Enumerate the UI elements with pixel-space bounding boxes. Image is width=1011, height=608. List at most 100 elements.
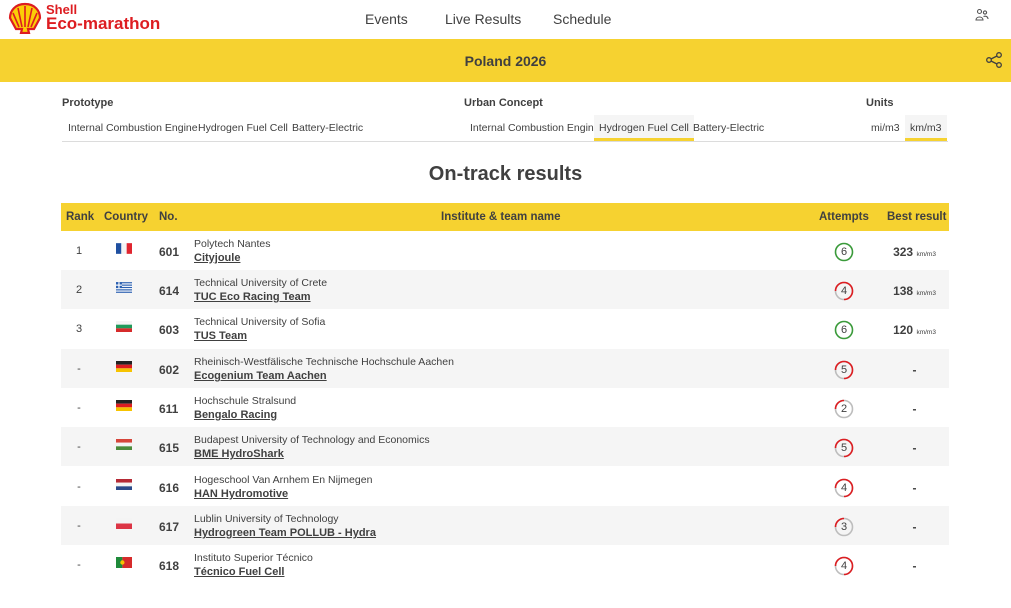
- brand-wordmark[interactable]: Shell Eco-marathon: [46, 3, 160, 33]
- car-number: 611: [159, 402, 179, 416]
- team-name-link[interactable]: Ecogenium Team Aachen: [194, 370, 327, 382]
- filter-divider: [62, 141, 948, 142]
- team-name-link[interactable]: BME HydroShark: [194, 448, 284, 460]
- team-name-link[interactable]: Cityjoule: [194, 252, 240, 264]
- team-name-link[interactable]: TUS Team: [194, 330, 247, 342]
- car-number: 617: [159, 520, 180, 534]
- institute-name: Rheinisch-Westfälische Technische Hochsc…: [194, 356, 454, 368]
- attempts-count: 6: [840, 246, 848, 258]
- best-value: 138: [893, 284, 914, 298]
- attempts-count: 4: [840, 482, 848, 494]
- best-result: 323 km/m3: [891, 245, 938, 259]
- flag-poland-icon: [116, 518, 132, 529]
- best-result: -: [912, 441, 917, 455]
- header-best-result: Best result: [887, 211, 947, 223]
- best-unit: km/m3: [916, 290, 936, 297]
- attempts-badge[interactable]: 4: [834, 556, 854, 576]
- best-value: 120: [893, 323, 914, 337]
- institute-name: Hochschule Stralsund: [194, 395, 297, 407]
- urban-filter-hydrogen[interactable]: Hydrogen Fuel Cell: [594, 115, 694, 141]
- header-no: No.: [159, 211, 178, 223]
- attempts-badge[interactable]: 5: [834, 360, 854, 380]
- rank-cell: -: [77, 520, 81, 532]
- flag-bulgaria-icon: [116, 321, 132, 332]
- results-table-header: Rank Country No. Institute & team name A…: [61, 203, 949, 231]
- team-name-link[interactable]: Bengalo Racing: [194, 409, 277, 421]
- header-attempts: Attempts: [819, 211, 869, 223]
- attempts-badge[interactable]: 5: [834, 438, 854, 458]
- urban-filter-battery[interactable]: Battery-Electric: [688, 115, 769, 141]
- car-number: 614: [159, 284, 180, 298]
- attempts-count: 5: [840, 364, 848, 376]
- attempts-badge[interactable]: 2: [834, 399, 854, 419]
- flag-france-icon: [116, 243, 132, 254]
- share-icon[interactable]: [985, 51, 1003, 69]
- header-country: Country: [104, 211, 149, 223]
- table-row: - 615 Budapest University of Technology …: [61, 427, 949, 466]
- rank-cell: 1: [75, 245, 83, 257]
- best-unit: km/m3: [916, 329, 936, 336]
- flag-greece-icon: [116, 282, 132, 293]
- flag-portugal-icon: [116, 557, 132, 568]
- prototype-filter-hydrogen[interactable]: Hydrogen Fuel Cell: [193, 115, 293, 141]
- table-row: - 617 Lublin University of Technology Hy…: [61, 506, 949, 545]
- urban-filter-ice[interactable]: Internal Combustion Engine: [465, 115, 605, 141]
- nav-schedule[interactable]: Schedule: [553, 11, 611, 27]
- attempts-count: 6: [840, 324, 848, 336]
- table-row: - 618 Instituto Superior Técnico Técnico…: [61, 545, 949, 584]
- team-name-link[interactable]: Hydrogreen Team POLLUB - Hydra: [194, 527, 376, 539]
- units-mi-m3[interactable]: mi/m3: [866, 115, 905, 141]
- attempts-count: 3: [840, 521, 848, 533]
- page-title: On-track results: [428, 163, 583, 185]
- table-row: - 616 Hogeschool Van Arnhem En Nijmegen …: [61, 467, 949, 506]
- institute-name: Lublin University of Technology: [194, 513, 339, 525]
- flag-netherlands-icon: [116, 479, 132, 490]
- rank-cell: -: [77, 441, 81, 453]
- prototype-filter-label: Prototype: [62, 97, 114, 109]
- institute-name: Technical University of Crete: [194, 277, 328, 289]
- institute-name: Hogeschool Van Arnhem En Nijmegen: [194, 474, 373, 486]
- best-result: -: [912, 402, 917, 416]
- units-km-m3[interactable]: km/m3: [905, 115, 947, 141]
- attempts-count: 2: [840, 403, 848, 415]
- nav-events[interactable]: Events: [365, 11, 408, 27]
- best-result: -: [912, 363, 917, 377]
- units-label: Units: [866, 97, 894, 109]
- best-value: 323: [893, 245, 914, 259]
- institute-name: Technical University of Sofia: [194, 316, 326, 328]
- attempts-badge[interactable]: 6: [834, 320, 854, 340]
- flag-germany-icon: [116, 361, 132, 372]
- best-result: 120 km/m3: [891, 323, 938, 337]
- prototype-filter-ice[interactable]: Internal Combustion Engine: [63, 115, 203, 141]
- header-institute-team: Institute & team name: [441, 211, 561, 223]
- rank-cell: 3: [75, 323, 83, 335]
- attempts-badge[interactable]: 3: [834, 517, 854, 537]
- attempts-badge[interactable]: 6: [834, 242, 854, 262]
- institute-name: Polytech Nantes: [194, 238, 271, 250]
- table-row: 1 601 Polytech Nantes Cityjoule 6 323 km…: [61, 231, 949, 270]
- institute-name: Instituto Superior Técnico: [194, 552, 313, 564]
- car-number: 603: [159, 323, 180, 337]
- team-name-link[interactable]: Técnico Fuel Cell: [194, 566, 284, 578]
- attempts-count: 4: [840, 285, 848, 297]
- table-row: - 611 Hochschule Stralsund Bengalo Racin…: [61, 388, 949, 427]
- rank-cell: 2: [75, 284, 83, 296]
- attempts-count: 4: [840, 560, 848, 572]
- nav-live-results[interactable]: Live Results: [445, 11, 521, 27]
- flag-germany-icon: [116, 400, 132, 411]
- car-number: 602: [159, 363, 180, 377]
- shell-logo-icon[interactable]: [8, 2, 42, 34]
- event-banner: Poland 2026: [0, 39, 1011, 82]
- team-name-link[interactable]: TUC Eco Racing Team: [194, 291, 311, 303]
- rank-cell: -: [77, 481, 81, 493]
- car-number: 615: [159, 441, 180, 455]
- user-account-icon[interactable]: [975, 8, 989, 22]
- table-row: 3 603 Technical University of Sofia TUS …: [61, 309, 949, 348]
- table-row: - 602 Rheinisch-Westfälische Technische …: [61, 349, 949, 388]
- attempts-badge[interactable]: 4: [834, 281, 854, 301]
- best-unit: km/m3: [916, 251, 936, 258]
- event-title: Poland 2026: [464, 53, 547, 69]
- prototype-filter-battery[interactable]: Battery-Electric: [287, 115, 368, 141]
- team-name-link[interactable]: HAN Hydromotive: [194, 488, 288, 500]
- attempts-badge[interactable]: 4: [834, 478, 854, 498]
